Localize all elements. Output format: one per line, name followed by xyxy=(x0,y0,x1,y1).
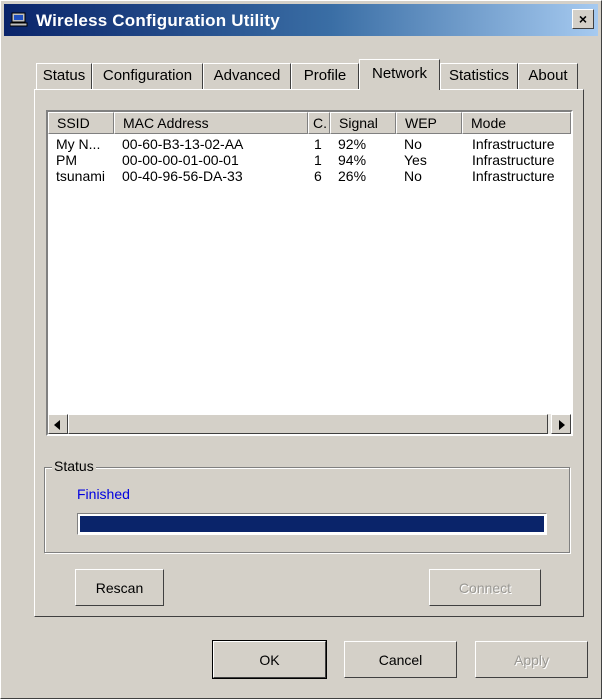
network-list-rows: My N... 00-60-B3-13-02-AA 1 92% No Infra… xyxy=(48,136,571,184)
cell-mac: 00-40-96-56-DA-33 xyxy=(122,168,243,184)
status-text: Finished xyxy=(77,486,130,502)
tab-label: About xyxy=(528,67,568,84)
cell-wep: No xyxy=(404,136,422,152)
dialog-window: Wireless Configuration Utility × Status … xyxy=(0,0,602,699)
tab-about[interactable]: About xyxy=(518,63,578,89)
cell-mac: 00-00-00-01-00-01 xyxy=(122,152,239,168)
column-header-ssid[interactable]: SSID xyxy=(48,112,114,134)
tab-label: Statistics xyxy=(448,67,509,84)
tab-network[interactable]: Network xyxy=(359,59,440,90)
network-list-header: SSID MAC Address C. Signal WEP Mode xyxy=(48,112,571,134)
cell-signal: 94% xyxy=(338,152,367,168)
scroll-left-button[interactable] xyxy=(48,414,68,434)
table-row[interactable]: tsunami 00-40-96-56-DA-33 6 26% No Infra… xyxy=(48,168,571,184)
cell-channel: 1 xyxy=(314,152,322,168)
table-row[interactable]: PM 00-00-00-01-00-01 1 94% Yes Infrastru… xyxy=(48,152,571,168)
cell-mode: Infrastructure xyxy=(472,136,555,152)
ok-button[interactable]: OK xyxy=(212,640,327,679)
rescan-button[interactable]: Rescan xyxy=(75,569,164,606)
scan-progress-bar xyxy=(77,513,547,535)
close-button[interactable]: × xyxy=(572,9,594,29)
title-bar: Wireless Configuration Utility × xyxy=(4,4,598,36)
cell-ssid: tsunami xyxy=(56,168,106,184)
tab-label: Profile xyxy=(303,67,347,84)
tab-label: Configuration xyxy=(102,67,193,84)
tab-configuration[interactable]: Configuration xyxy=(92,63,203,89)
scrollbar-thumb[interactable] xyxy=(68,414,548,434)
cell-mac: 00-60-B3-13-02-AA xyxy=(122,136,244,152)
cell-ssid: PM xyxy=(56,152,77,168)
apply-button[interactable]: Apply xyxy=(475,641,588,678)
network-list[interactable]: SSID MAC Address C. Signal WEP Mode My N… xyxy=(46,110,573,436)
status-group-label: Status xyxy=(52,458,96,474)
progress-fill xyxy=(80,516,544,532)
column-header-channel[interactable]: C. xyxy=(308,112,330,134)
column-header-mac-address[interactable]: MAC Address xyxy=(114,112,308,134)
arrow-right-icon xyxy=(559,420,565,430)
cell-wep: Yes xyxy=(404,152,427,168)
column-header-signal[interactable]: Signal xyxy=(330,112,396,134)
tab-status[interactable]: Status xyxy=(36,63,92,89)
tab-profile[interactable]: Profile xyxy=(291,63,359,89)
cell-channel: 6 xyxy=(314,168,322,184)
column-header-wep[interactable]: WEP xyxy=(396,112,462,134)
tab-label: Advanced xyxy=(213,67,281,84)
cell-ssid: My N... xyxy=(56,136,101,152)
horizontal-scrollbar[interactable] xyxy=(48,414,571,434)
cell-wep: No xyxy=(404,168,422,184)
close-icon: × xyxy=(578,11,588,27)
window-title: Wireless Configuration Utility xyxy=(36,11,280,30)
tab-label: Status xyxy=(42,67,86,84)
cell-signal: 92% xyxy=(338,136,367,152)
tab-advanced[interactable]: Advanced xyxy=(203,63,291,89)
table-row[interactable]: My N... 00-60-B3-13-02-AA 1 92% No Infra… xyxy=(48,136,571,152)
cell-mode: Infrastructure xyxy=(472,168,555,184)
network-computer-icon xyxy=(9,12,28,28)
cell-mode: Infrastructure xyxy=(472,152,555,168)
column-header-mode[interactable]: Mode xyxy=(462,112,571,134)
arrow-left-icon xyxy=(54,420,60,430)
status-group: Status Finished xyxy=(44,458,570,553)
scroll-right-button[interactable] xyxy=(551,414,571,434)
cell-channel: 1 xyxy=(314,136,322,152)
cell-signal: 26% xyxy=(338,168,367,184)
network-tab-panel: SSID MAC Address C. Signal WEP Mode My N… xyxy=(34,89,584,617)
tab-label: Network xyxy=(371,65,427,82)
tab-statistics[interactable]: Statistics xyxy=(440,63,518,89)
cancel-button[interactable]: Cancel xyxy=(344,641,457,678)
connect-button[interactable]: Connect xyxy=(429,569,541,606)
